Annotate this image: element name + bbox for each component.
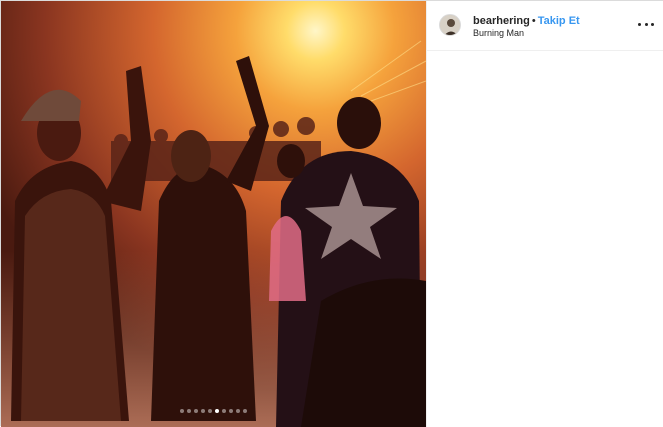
post-header: bearhering • Takip Et Burning Man bbox=[427, 1, 663, 51]
user-line: bearhering • Takip Et bbox=[473, 15, 580, 27]
carousel-indicator bbox=[1, 409, 426, 413]
follow-button[interactable]: Takip Et bbox=[538, 15, 580, 27]
carousel-dot bbox=[208, 409, 212, 413]
carousel-dot bbox=[215, 409, 219, 413]
post-sidebar: bearhering • Takip Et Burning Man bbox=[426, 1, 663, 427]
post-dialog: bearhering • Takip Et Burning Man bbox=[0, 0, 663, 427]
more-dot bbox=[651, 22, 654, 26]
post-photo[interactable] bbox=[1, 1, 426, 427]
carousel-dot bbox=[194, 409, 198, 413]
carousel-dot bbox=[187, 409, 191, 413]
carousel-dot bbox=[201, 409, 205, 413]
carousel-dot bbox=[229, 409, 233, 413]
avatar-image bbox=[440, 15, 460, 35]
separator: • bbox=[531, 15, 536, 27]
carousel-dot bbox=[243, 409, 247, 413]
location-link[interactable]: Burning Man bbox=[473, 28, 524, 38]
carousel-dot bbox=[180, 409, 184, 413]
festival-crowd-image bbox=[1, 1, 426, 427]
username-link[interactable]: bearhering bbox=[473, 15, 530, 27]
carousel-dot bbox=[236, 409, 240, 413]
more-dot bbox=[644, 22, 648, 26]
carousel-dot bbox=[222, 409, 226, 413]
avatar[interactable] bbox=[439, 14, 461, 36]
more-options-icon[interactable] bbox=[638, 17, 654, 31]
more-dot bbox=[638, 22, 641, 26]
